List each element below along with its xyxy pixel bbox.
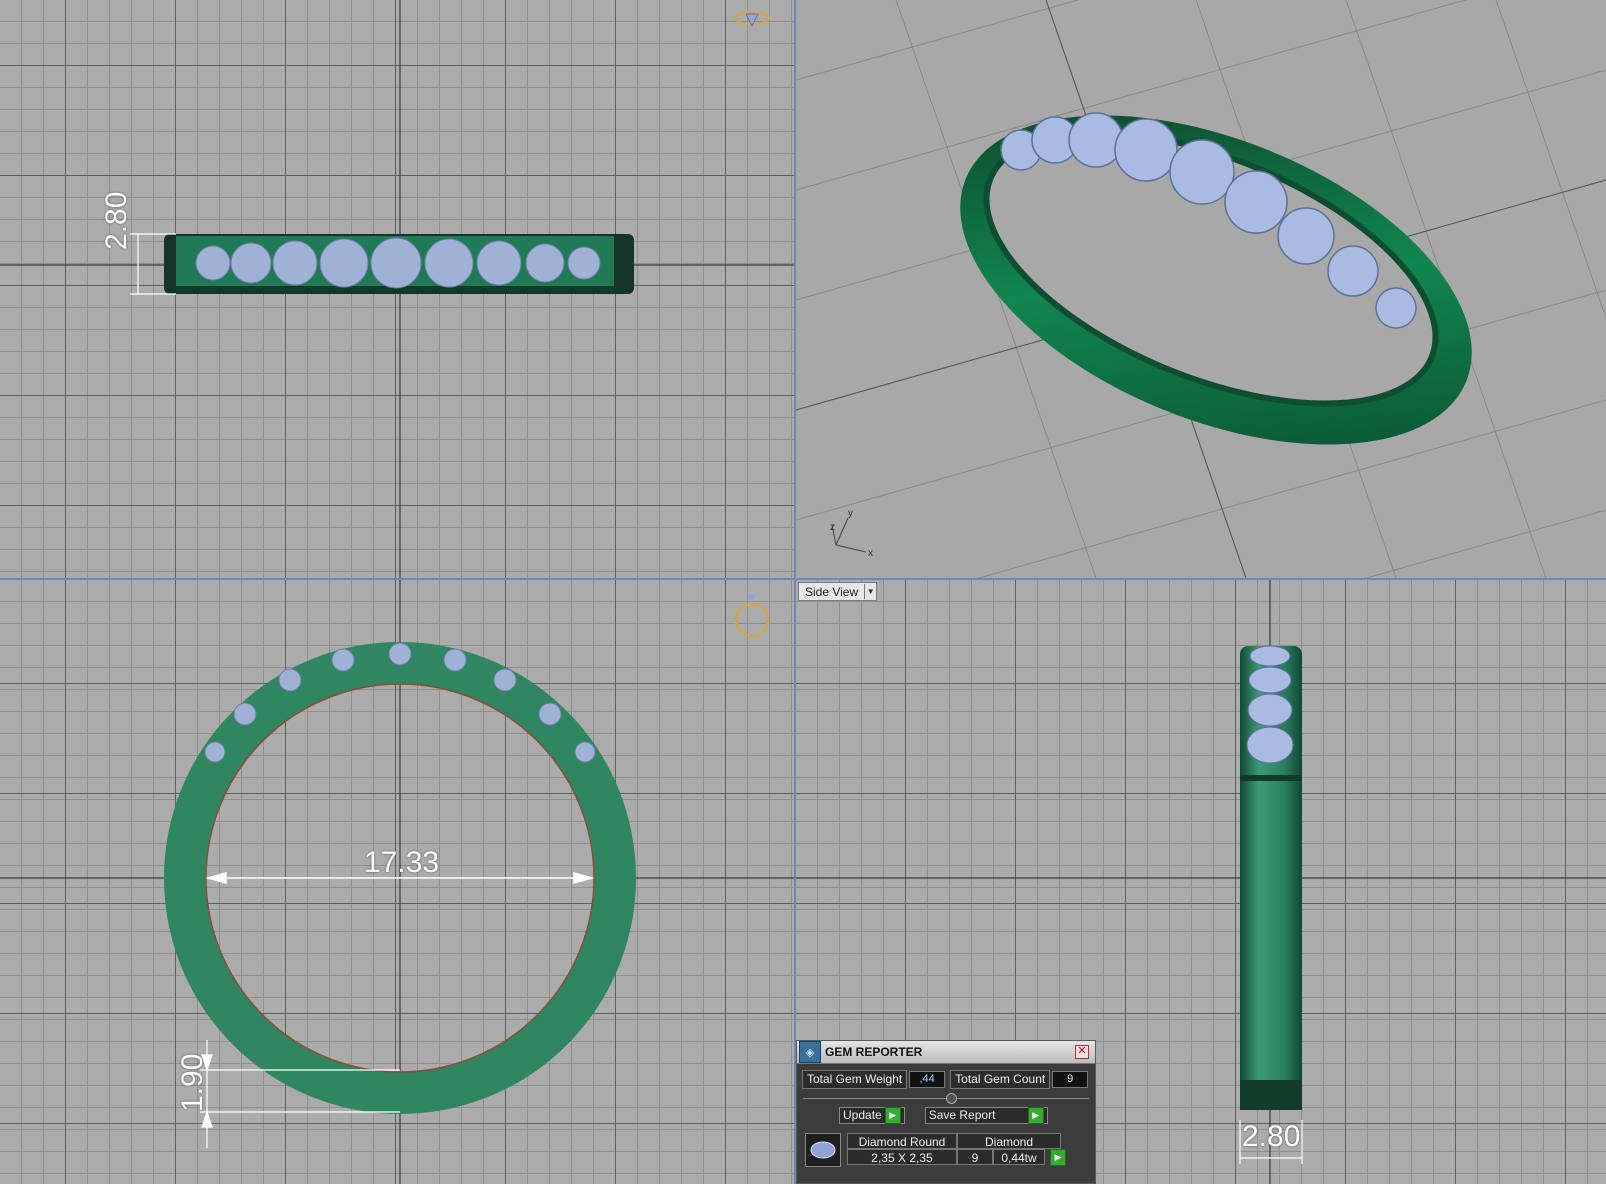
gem-shape-cell: Diamond Round bbox=[847, 1133, 957, 1149]
update-button-label: Update bbox=[843, 1108, 882, 1122]
close-icon[interactable]: ✕ bbox=[1075, 1045, 1089, 1059]
gem-material-cell: Diamond bbox=[957, 1133, 1061, 1149]
top-height-dimension: 2.80 bbox=[100, 191, 133, 250]
slider-knob[interactable] bbox=[946, 1093, 957, 1104]
gem-list: Diamond Round Diamond 2,35 X 2,35 9 0,44… bbox=[805, 1133, 1066, 1167]
axis-y-label: y bbox=[848, 508, 853, 519]
axis-z-label: z bbox=[830, 522, 835, 533]
diameter-label: 17.33 bbox=[364, 846, 440, 879]
viewport-divider-vertical[interactable] bbox=[794, 0, 796, 1184]
gem-count-cell: 9 bbox=[957, 1149, 993, 1165]
gem-reporter-icon: ◈ bbox=[799, 1041, 821, 1063]
gem-weight-cell: 0,44tw bbox=[993, 1149, 1045, 1165]
total-weight-label: Total Gem Weight bbox=[802, 1070, 908, 1089]
front-view-canvas bbox=[0, 580, 794, 1184]
view-selector[interactable]: Side View ▼ bbox=[798, 582, 878, 601]
side-width-label: 2.80 bbox=[1242, 1120, 1301, 1153]
perspective-canvas: x y z bbox=[796, 0, 1606, 578]
perspective-viewport[interactable]: x y z bbox=[796, 0, 1606, 578]
gem-row-top bbox=[195, 237, 601, 289]
total-count-label: Total Gem Count bbox=[950, 1070, 1051, 1089]
gem-reporter-panel: ◈ GEM REPORTER ✕ Total Gem Weight ,44 To… bbox=[796, 1040, 1096, 1184]
view-selector-label: Side View bbox=[805, 584, 859, 599]
gem-row-play-icon[interactable]: ▶ bbox=[1050, 1149, 1066, 1166]
gem-reporter-title: GEM REPORTER bbox=[825, 1045, 923, 1059]
thickness-label: 1.90 bbox=[176, 1053, 209, 1112]
top-viewport[interactable]: 2.80 bbox=[0, 0, 794, 578]
axis-triad bbox=[831, 517, 867, 553]
gem-thumbnail-icon[interactable] bbox=[805, 1133, 841, 1167]
ring-front-icon bbox=[735, 594, 769, 637]
top-view-canvas bbox=[0, 0, 794, 578]
viewport-divider-horizontal[interactable] bbox=[0, 578, 1606, 580]
chevron-down-icon[interactable]: ▼ bbox=[864, 584, 876, 599]
ring-gem-icon bbox=[734, 11, 770, 28]
total-weight-field[interactable]: ,44 bbox=[909, 1071, 946, 1088]
play-icon: ▶ bbox=[1027, 1107, 1044, 1124]
axis-x-label: x bbox=[868, 548, 873, 559]
total-count-field[interactable]: 9 bbox=[1052, 1071, 1089, 1088]
gem-reporter-slider[interactable] bbox=[803, 1093, 1089, 1104]
front-viewport[interactable]: 17.33 1.90 bbox=[0, 580, 794, 1184]
save-report-button[interactable]: Save Report ▶ bbox=[924, 1107, 1048, 1124]
ring-perspective-model bbox=[960, 115, 1472, 445]
update-button[interactable]: Update ▶ bbox=[839, 1107, 905, 1124]
gem-reporter-header[interactable]: ◈ GEM REPORTER ✕ bbox=[797, 1041, 1095, 1064]
gem-size-cell: 2,35 X 2,35 bbox=[847, 1149, 957, 1165]
save-report-button-label: Save Report bbox=[928, 1108, 996, 1122]
play-icon: ▶ bbox=[884, 1107, 901, 1124]
